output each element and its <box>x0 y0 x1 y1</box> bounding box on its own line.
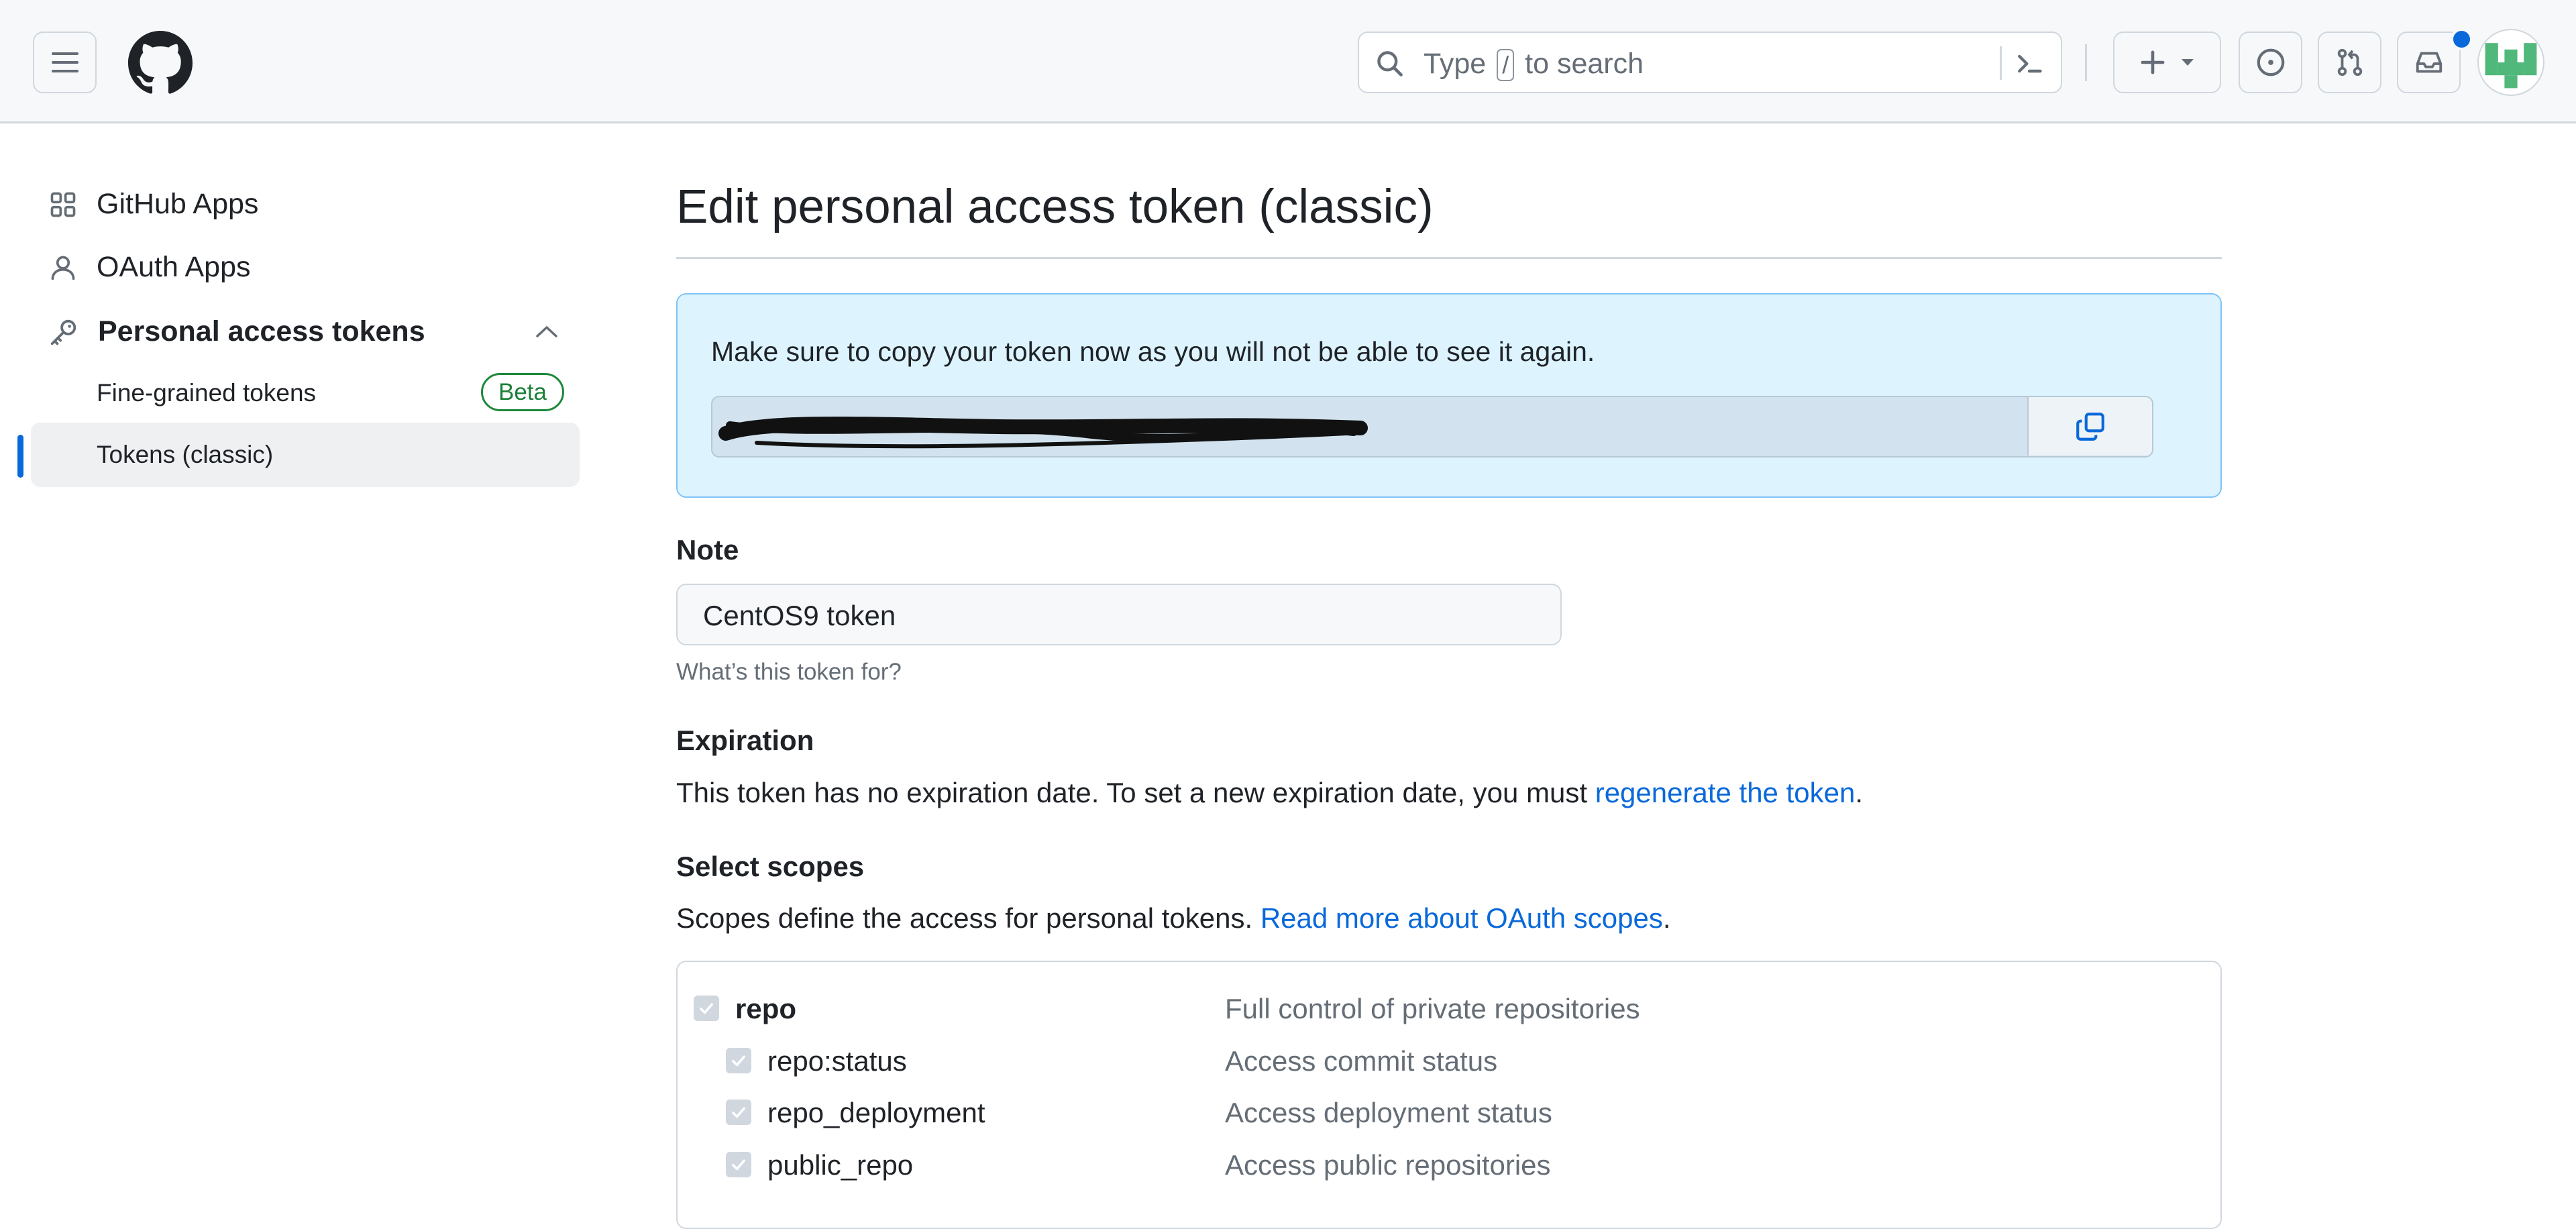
expiration-label: Expiration <box>676 725 814 756</box>
scopes-list: repo Full control of private repositorie… <box>676 961 2222 1229</box>
search-shortcut-key: / <box>1497 49 1515 81</box>
scope-name-public-repo: public_repo <box>767 1149 914 1181</box>
avatar[interactable] <box>2477 29 2544 96</box>
note-hint: What’s this token for? <box>676 659 902 685</box>
command-palette-icon[interactable] <box>2015 49 2044 78</box>
search-icon <box>1375 49 1405 78</box>
scopes-text: Scopes define the access for personal to… <box>676 902 1671 934</box>
header-divider <box>2085 44 2087 81</box>
scope-name-repo-deployment: repo_deployment <box>767 1097 985 1128</box>
issue-opened-icon <box>2255 47 2286 78</box>
triangle-down-icon <box>2180 58 2195 67</box>
note-label: Note <box>676 534 739 566</box>
scope-name-repo: repo <box>735 993 797 1024</box>
git-pull-request-icon <box>2334 47 2365 78</box>
oauth-scopes-link[interactable]: Read more about OAuth scopes <box>1260 902 1663 934</box>
search-placeholder: Type / to search <box>1424 48 1644 81</box>
plus-icon <box>2140 50 2165 75</box>
active-indicator <box>17 435 23 478</box>
note-input[interactable]: CentOS9 token <box>676 584 1562 645</box>
note-value: CentOS9 token <box>703 600 896 631</box>
issues-button[interactable] <box>2239 32 2302 93</box>
scope-checkbox-public-repo[interactable] <box>726 1152 751 1177</box>
scope-checkbox-repo-status[interactable] <box>726 1048 751 1073</box>
global-header: Type / to search <box>0 0 2576 123</box>
hamburger-icon <box>51 51 78 74</box>
menu-button[interactable] <box>33 32 97 93</box>
beta-badge: Beta <box>481 373 564 411</box>
sidebar-item-github-apps[interactable]: GitHub Apps <box>48 188 258 221</box>
sidebar-item-personal-access-tokens[interactable]: Personal access tokens <box>48 315 425 348</box>
scope-desc-repo-deployment: Access deployment status <box>1225 1097 1552 1128</box>
scope-desc-repo-status: Access commit status <box>1225 1045 1498 1077</box>
copy-icon <box>2074 410 2107 443</box>
search-input[interactable]: Type / to search <box>1358 32 2062 93</box>
new-token-field[interactable] <box>711 396 2153 458</box>
check-icon <box>700 1003 713 1014</box>
sidebar-item-label: GitHub Apps <box>97 188 259 220</box>
apps-icon <box>48 190 78 219</box>
key-icon <box>48 317 79 348</box>
expiration-text: This token has no expiration date. To se… <box>676 777 1863 808</box>
inbox-icon <box>2414 47 2445 78</box>
scope-name-repo-status: repo:status <box>767 1045 907 1077</box>
check-icon <box>732 1107 745 1118</box>
sidebar-item-label: Personal access tokens <box>98 315 425 348</box>
scope-checkbox-repo-deployment[interactable] <box>726 1100 751 1125</box>
pull-requests-button[interactable] <box>2318 32 2381 93</box>
search-divider <box>2000 46 2002 80</box>
create-new-button[interactable] <box>2113 32 2221 93</box>
chevron-up-icon[interactable] <box>535 323 559 339</box>
sidebar-item-fine-grained-tokens[interactable]: Fine-grained tokens <box>97 379 316 407</box>
identicon-icon <box>2485 43 2537 89</box>
sidebar-item-oauth-apps[interactable]: OAuth Apps <box>48 251 251 284</box>
notification-dot <box>2451 28 2473 50</box>
person-icon <box>48 253 78 282</box>
check-icon <box>732 1159 745 1171</box>
page-title: Edit personal access token (classic) <box>676 180 1434 233</box>
check-icon <box>732 1055 745 1067</box>
scope-desc-public-repo: Access public repositories <box>1225 1149 1551 1181</box>
scope-desc-repo: Full control of private repositories <box>1225 993 1640 1024</box>
sidebar-item-tokens-classic[interactable]: Tokens (classic) <box>97 441 273 469</box>
title-divider <box>676 257 2222 259</box>
scope-checkbox-repo[interactable] <box>694 996 719 1021</box>
flash-message: Make sure to copy your token now as you … <box>711 336 1595 367</box>
redaction-scribble <box>718 417 1368 449</box>
github-logo-icon[interactable] <box>128 31 193 95</box>
regenerate-token-link[interactable]: regenerate the token <box>1595 777 1856 808</box>
sidebar-item-label: OAuth Apps <box>97 251 251 283</box>
copy-token-button[interactable] <box>2027 397 2152 456</box>
select-scopes-label: Select scopes <box>676 851 865 882</box>
flash-notice: Make sure to copy your token now as you … <box>676 293 2222 498</box>
